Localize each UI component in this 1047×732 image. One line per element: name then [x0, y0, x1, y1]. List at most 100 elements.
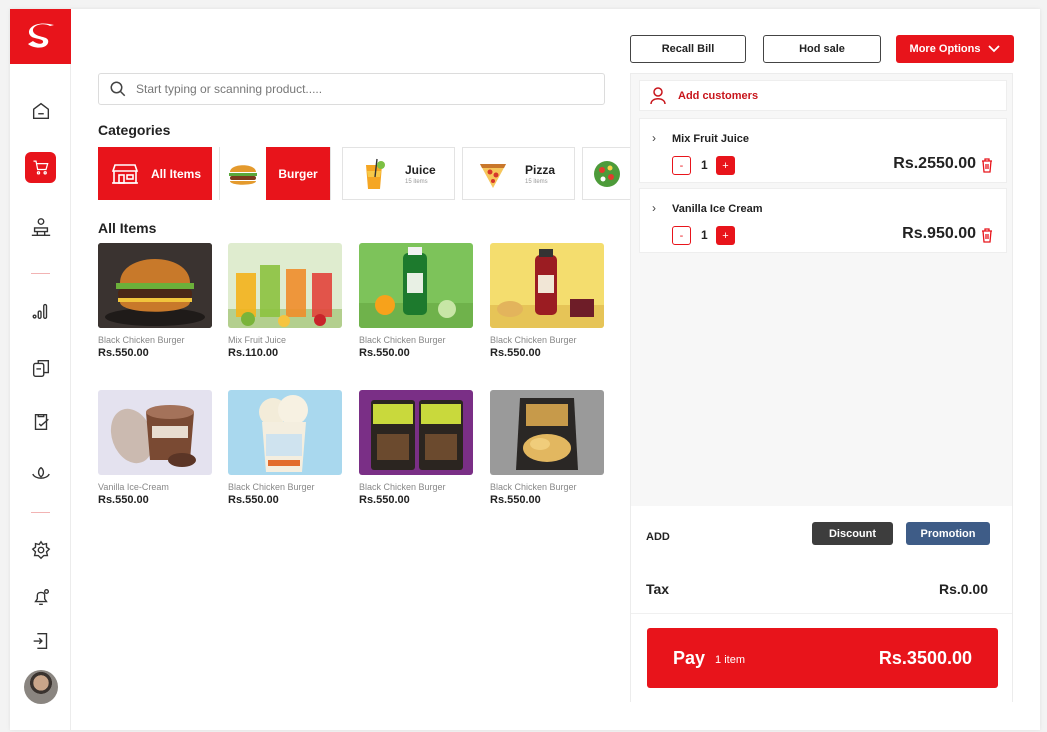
nav-support[interactable]	[10, 458, 71, 492]
nav-analytics[interactable]	[10, 294, 71, 328]
nav-cashier[interactable]	[10, 210, 71, 244]
nav-logout[interactable]	[10, 624, 71, 658]
category-juice[interactable]: Juice 15 items	[342, 147, 455, 200]
nav-orders[interactable]	[10, 405, 71, 439]
product-price: Rs.550.00	[490, 347, 541, 359]
juice-icon	[366, 158, 385, 189]
quantity-value: 1	[701, 228, 708, 242]
brand-logo[interactable]	[10, 9, 71, 64]
all-items-heading: All Items	[98, 220, 157, 236]
product-price: Rs.550.00	[98, 494, 149, 506]
hod-sale-button[interactable]: Hod sale	[763, 35, 881, 63]
product-card[interactable]: Black Chicken Burger Rs.550.00	[490, 243, 604, 359]
logo-s-icon	[27, 22, 54, 48]
more-options-label: More Options	[909, 43, 981, 55]
product-search[interactable]	[98, 73, 605, 105]
cart-panel: Add customers › Mix Fruit Juice - 1 + Rs…	[630, 73, 1013, 702]
product-card[interactable]: Black Chicken Burger Rs.550.00	[359, 390, 473, 506]
cart-line-name: Vanilla Ice Cream	[672, 203, 763, 215]
category-count: 15 items	[525, 178, 548, 185]
categories-heading: Categories	[98, 122, 171, 138]
product-price: Rs.550.00	[228, 494, 279, 506]
logout-icon	[33, 632, 47, 650]
product-price: Rs.110.00	[228, 347, 279, 359]
discount-button[interactable]: Discount	[812, 522, 893, 545]
store-icon	[111, 163, 139, 184]
trash-icon[interactable]	[980, 157, 994, 173]
nav-sale[interactable]	[10, 150, 71, 184]
cart-line-price: Rs.2550.00	[893, 155, 976, 172]
product-price: Rs.550.00	[359, 347, 410, 359]
clipboard-check-icon	[34, 413, 49, 431]
pay-label: Pay	[673, 647, 706, 668]
quantity-increase-button[interactable]: +	[716, 226, 735, 245]
recall-bill-button[interactable]: Recall Bill	[630, 35, 746, 63]
nav-settings[interactable]	[10, 533, 71, 567]
product-image-kick-nuts	[359, 390, 473, 475]
product-price: Rs.550.00	[98, 347, 149, 359]
more-options-button[interactable]: More Options	[896, 35, 1014, 63]
quantity-decrease-button[interactable]: -	[672, 156, 691, 175]
promotion-button[interactable]: Promotion	[906, 522, 990, 545]
pay-button[interactable]: Pay 1 item Rs.3500.00	[647, 628, 998, 688]
cart-line[interactable]: › Vanilla Ice Cream - 1 + Rs.950.00	[639, 188, 1007, 253]
product-price: Rs.550.00	[490, 494, 541, 506]
product-card[interactable]: Vanilla Ice-Cream Rs.550.00	[98, 390, 212, 506]
search-icon	[110, 81, 126, 97]
product-name: Black Chicken Burger	[228, 482, 315, 492]
category-count: 15 items	[405, 178, 428, 185]
category-strip: All Items Burger Juice 15 items Pizza 15…	[98, 147, 630, 201]
user-icon	[650, 86, 666, 104]
category-burger[interactable]: Burger	[219, 147, 331, 200]
product-card[interactable]: Black Chicken Burger Rs.550.00	[490, 390, 604, 506]
chevron-right-icon[interactable]: ›	[652, 201, 656, 215]
add-label: ADD	[646, 531, 670, 543]
product-name: Black Chicken Burger	[490, 482, 577, 492]
quantity-decrease-button[interactable]: -	[672, 226, 691, 245]
chevron-down-icon	[988, 45, 1001, 53]
nav-documents[interactable]	[10, 351, 71, 385]
hand-leaf-icon	[31, 466, 50, 479]
documents-icon	[32, 359, 49, 377]
product-card[interactable]: Black Chicken Burger Rs.550.00	[228, 390, 342, 506]
product-image-burger	[98, 243, 212, 328]
product-name: Vanilla Ice-Cream	[98, 482, 169, 492]
home-icon	[32, 102, 49, 120]
product-name: Black Chicken Burger	[359, 335, 446, 345]
trash-icon[interactable]	[980, 227, 994, 243]
quantity-increase-button[interactable]: +	[716, 156, 735, 175]
pizza-icon	[480, 163, 506, 188]
product-name: Mix Fruit Juice	[228, 335, 287, 345]
category-all-items[interactable]: All Items	[98, 147, 212, 200]
sidebar-divider	[31, 512, 50, 513]
cart-line-price: Rs.950.00	[902, 225, 976, 242]
product-card[interactable]: Black Chicken Burger Rs.550.00	[359, 243, 473, 359]
user-avatar[interactable]	[24, 670, 58, 704]
product-card[interactable]: Mix Fruit Juice Rs.110.00	[228, 243, 342, 359]
nav-home[interactable]	[10, 94, 71, 128]
cart-summary: ADD Discount Promotion Tax Rs.0.00 Pay 1…	[631, 506, 1012, 702]
product-image-red-bottle	[490, 243, 604, 328]
product-card[interactable]: Black Chicken Burger Rs.550.00	[98, 243, 212, 359]
tax-value: Rs.0.00	[938, 581, 988, 597]
cart-line-name: Mix Fruit Juice	[672, 133, 750, 145]
sidebar-divider	[31, 273, 50, 274]
category-salad[interactable]	[582, 147, 630, 200]
pos-window: Recall Bill Hod sale More Options Catego…	[10, 9, 1040, 730]
product-name: Black Chicken Burger	[359, 482, 446, 492]
add-customers-button[interactable]: Add customers	[639, 80, 1007, 111]
chevron-right-icon[interactable]: ›	[652, 131, 656, 145]
cart-line[interactable]: › Mix Fruit Juice - 1 + Rs.2550.00	[639, 118, 1007, 183]
add-customers-label: Add customers	[678, 89, 759, 102]
category-pizza[interactable]: Pizza 15 items	[462, 147, 575, 200]
search-input[interactable]	[136, 82, 576, 96]
product-image-juices	[228, 243, 342, 328]
product-image-green-bottle	[359, 243, 473, 328]
product-image-ice-cream-cup	[228, 390, 342, 475]
product-image-kettle-chips	[490, 390, 604, 475]
nav-notifications[interactable]	[10, 580, 71, 614]
bell-icon	[33, 588, 49, 606]
category-label: Juice	[405, 162, 436, 177]
divider	[631, 613, 1012, 614]
analytics-icon	[32, 303, 47, 320]
